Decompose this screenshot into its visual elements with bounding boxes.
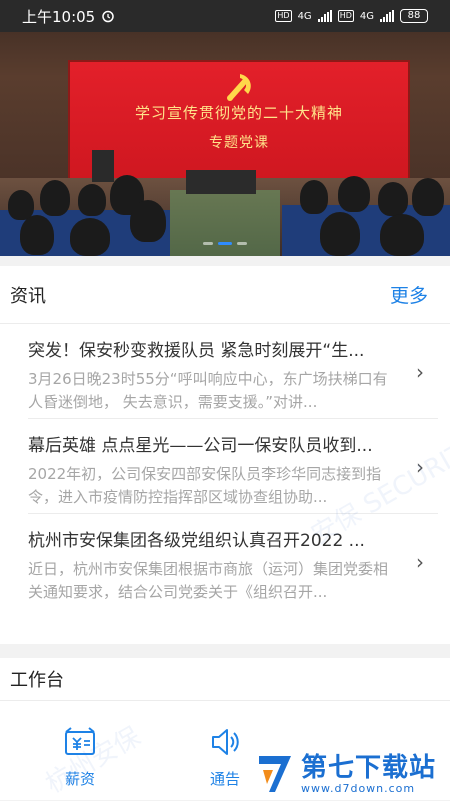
workbench-section-title: 工作台 (10, 670, 64, 691)
hd-icon: HD (275, 10, 292, 22)
salary-icon (65, 727, 95, 755)
status-bar: 上午10:05 HD 4G HD 4G 88 (0, 0, 450, 32)
party-emblem-icon (227, 74, 251, 101)
carousel-dot[interactable] (203, 242, 213, 245)
audience-head (412, 178, 444, 216)
news-section: 资讯 更多 突发！保安秒变救援队员 紧急时刻展开“生... 3月26日晚23时5… (0, 266, 450, 644)
news-item[interactable]: 杭州市安保集团各级党组织认真召开2022 ... 近日，杭州市安保集团根据市商旅… (28, 514, 438, 609)
workbench-item-label: 通告 (209, 770, 240, 788)
workbench-item-salary[interactable]: 薪资 (45, 726, 115, 789)
audience-head (40, 180, 70, 216)
news-item-summary: 3月26日晚23时55分“呼叫响应中心，东广场扶梯口有人昏迷倒地， 失去意识，需… (28, 370, 388, 411)
carousel-dot[interactable] (237, 242, 247, 245)
workbench-header: 工作台 (0, 658, 450, 701)
logo-mark-icon (259, 756, 291, 792)
news-item-title: 杭州市安保集团各级党组织认真召开2022 ... (28, 531, 365, 551)
hd-icon: HD (337, 10, 354, 22)
stage-carpet (170, 190, 280, 256)
news-item[interactable]: 幕后英雄 点点星光——公司一保安队员收到... 2022年初，公司保安四部安保队… (28, 419, 438, 514)
news-item[interactable]: 突发！保安秒变救援队员 紧急时刻展开“生... 3月26日晚23时55分“呼叫响… (28, 324, 438, 419)
news-item-summary: 近日，杭州市安保集团根据市商旅（运河）集团党委相关通知要求，结合公司党委关于《组… (28, 560, 388, 601)
workbench-item-notice[interactable]: 通告 (190, 726, 260, 789)
chevron-right-icon: › (416, 455, 424, 479)
chevron-right-icon: › (416, 550, 424, 574)
download-site-logo: 第七下载站 www.d7down.com (255, 748, 450, 800)
workbench-item-label: 薪资 (64, 770, 95, 788)
desk (186, 170, 256, 194)
chevron-right-icon: › (416, 360, 424, 384)
speaker-icon (212, 729, 239, 755)
battery-icon: 88 (400, 9, 428, 23)
alarm-clock-icon (102, 10, 114, 23)
battery-level: 88 (407, 10, 421, 21)
news-item-title: 幕后英雄 点点星光——公司一保安队员收到... (28, 436, 373, 456)
banner-subheadline: 专题党课 (209, 135, 269, 151)
banner-headline: 学习宣传贯彻党的二十大精神 (134, 104, 343, 122)
audience-head (20, 215, 54, 255)
carousel-dot-active[interactable] (218, 242, 232, 245)
logo-url: www.d7down.com (301, 781, 416, 795)
news-header: 资讯 更多 (0, 266, 450, 324)
logo-brand: 第七下载站 (301, 752, 437, 783)
network-type: 4G (359, 10, 374, 22)
news-section-title: 资讯 (10, 285, 46, 307)
audience-head (300, 180, 328, 214)
banner-carousel[interactable]: 学习宣传贯彻党的二十大精神 专题党课 (0, 0, 450, 256)
podium (92, 150, 114, 182)
audience-head (130, 200, 166, 242)
audience-head (378, 182, 408, 216)
signal-icon (380, 10, 394, 22)
news-item-title: 突发！保安秒变救援队员 紧急时刻展开“生... (28, 341, 365, 361)
news-item-summary: 2022年初，公司保安四部安保队员李珍华同志接到指令，进入市疫情防控指挥部区域协… (28, 465, 382, 506)
network-type: 4G (297, 10, 312, 22)
banner-red-screen: 学习宣传贯彻党的二十大精神 专题党课 (68, 60, 410, 182)
audience-head (78, 184, 106, 216)
audience-head (320, 212, 360, 256)
audience-head (70, 218, 110, 256)
more-link[interactable]: 更多 (390, 281, 428, 308)
status-time: 上午10:05 (22, 7, 96, 26)
audience-head (380, 214, 424, 256)
carousel-indicator[interactable] (0, 242, 450, 245)
signal-icon (317, 10, 332, 22)
audience-head (338, 176, 370, 212)
